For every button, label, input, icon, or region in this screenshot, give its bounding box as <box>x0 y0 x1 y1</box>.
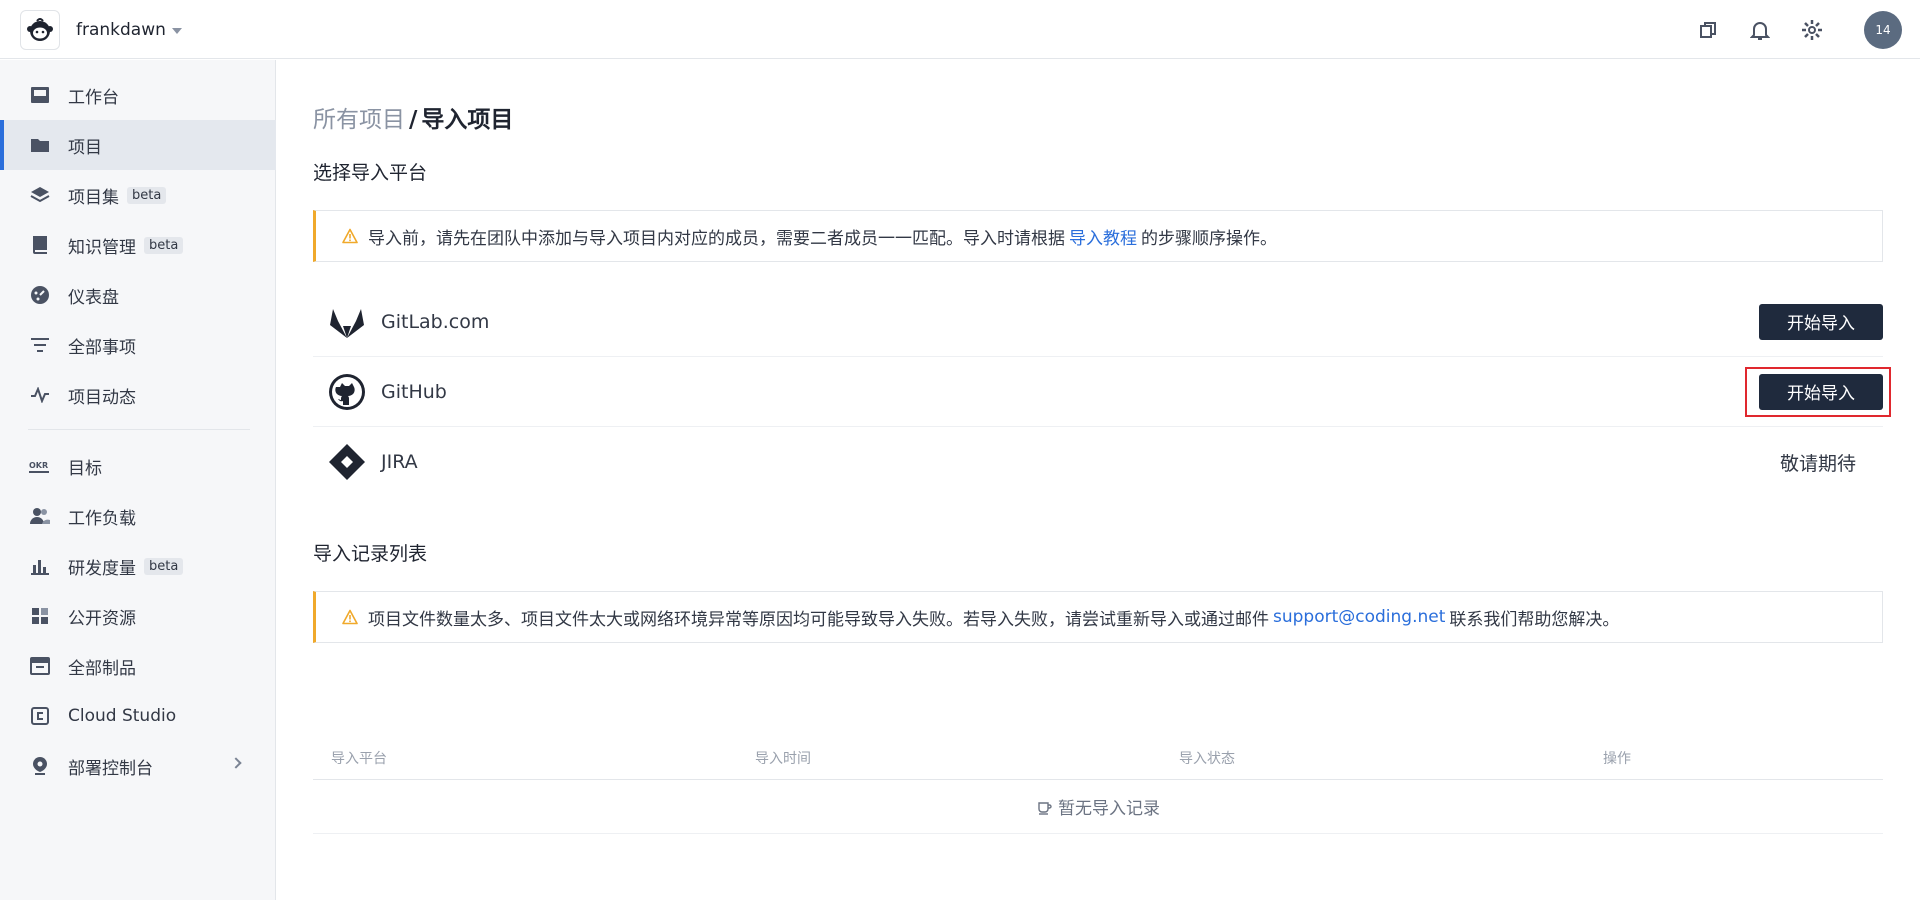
breadcrumb-all-projects[interactable]: 所有项目 <box>313 107 405 133</box>
sidebar-item-label: 目标 <box>68 458 102 479</box>
sidebar: 工作台 项目 项目集 beta 知识管理 beta 仪表盘 全部事项 项目动态 … <box>0 60 276 900</box>
gear-icon[interactable] <box>1800 18 1824 42</box>
users-icon <box>28 504 52 528</box>
activity-icon <box>28 383 52 407</box>
coding-logo[interactable] <box>20 10 60 50</box>
top-header: frankdawn 14 <box>0 0 1920 59</box>
records-section-title: 导入记录列表 <box>313 543 428 565</box>
grid-icon <box>28 604 52 628</box>
dashboard-icon <box>28 283 52 307</box>
bar-chart-icon <box>28 554 52 578</box>
records-empty-row: 暂无导入记录 <box>313 780 1883 834</box>
svg-text:OKR: OKR <box>29 461 48 470</box>
monkey-logo-icon <box>27 18 53 41</box>
layers-icon <box>28 183 52 207</box>
breadcrumb-separator: / <box>409 107 418 133</box>
platform-row-jira: JIRA 敬请期待 <box>313 427 1883 497</box>
platform-name: GitLab.com <box>381 310 490 333</box>
gitlab-icon <box>327 302 367 342</box>
sidebar-item-label: 项目集 <box>68 187 119 208</box>
sidebar-divider <box>28 429 250 430</box>
copy-icon[interactable] <box>1696 18 1720 42</box>
github-icon <box>327 372 367 412</box>
sidebar-item-artifacts[interactable]: 全部制品 <box>0 641 276 691</box>
platform-notice: 导入前，请先在团队中添加与导入项目内对应的成员，需要二者成员一一匹配。导入时请根… <box>313 210 1883 262</box>
team-name: frankdawn <box>76 20 166 40</box>
bell-icon[interactable] <box>1748 18 1772 42</box>
column-header-platform: 导入平台 <box>331 751 387 767</box>
import-tutorial-link[interactable]: 导入教程 <box>1069 224 1137 249</box>
sidebar-item-label: 知识管理 <box>68 237 136 258</box>
column-header-time: 导入时间 <box>755 751 811 767</box>
column-header-actions: 操作 <box>1603 751 1631 767</box>
filter-icon <box>28 333 52 357</box>
caret-down-icon <box>171 28 182 34</box>
chevron-right-icon <box>230 757 242 769</box>
platform-section-title: 选择导入平台 <box>313 162 428 184</box>
empty-cup-icon <box>1038 801 1052 815</box>
sidebar-item-label: 研发度量 <box>68 558 136 579</box>
platform-row-github: GitHub 开始导入 <box>313 357 1891 427</box>
beta-badge: beta <box>144 236 184 254</box>
support-email-link[interactable]: support@coding.net <box>1273 607 1445 627</box>
beta-badge: beta <box>127 186 167 204</box>
start-import-github-button[interactable]: 开始导入 <box>1759 373 1883 410</box>
cloud-studio-icon <box>28 704 52 728</box>
column-header-status: 导入状态 <box>1179 751 1235 767</box>
beta-badge: beta <box>144 557 184 575</box>
sidebar-item-label: 工作台 <box>68 87 119 108</box>
sidebar-item-label: 工作负载 <box>68 508 136 529</box>
platform-name: GitHub <box>381 380 447 403</box>
sidebar-item-label: 项目动态 <box>68 387 136 408</box>
sidebar-item-label: 部署控制台 <box>68 758 153 779</box>
platform-name: JIRA <box>381 451 418 473</box>
sidebar-item-public-resources[interactable]: 公开资源 <box>0 591 276 641</box>
records-notice-text: 项目文件数量太多、项目文件太大或网络环境异常等原因均可能导致导入失败。若导入失败… <box>368 609 1269 630</box>
start-import-gitlab-button[interactable]: 开始导入 <box>1759 303 1883 340</box>
empty-records-text: 暂无导入记录 <box>1058 799 1160 819</box>
sidebar-item-all-issues[interactable]: 全部事项 <box>0 320 276 370</box>
sidebar-item-workbench[interactable]: 工作台 <box>0 70 276 120</box>
sidebar-item-activity[interactable]: 项目动态 <box>0 370 276 420</box>
user-avatar[interactable]: 14 <box>1864 11 1902 49</box>
sidebar-item-label: 全部制品 <box>68 658 136 679</box>
sidebar-item-metrics[interactable]: 研发度量 beta <box>0 541 276 591</box>
okr-icon: OKR <box>28 454 52 478</box>
sidebar-item-label: 全部事项 <box>68 337 136 358</box>
platform-notice-text: 导入前，请先在团队中添加与导入项目内对应的成员，需要二者成员一一匹配。导入时请根… <box>368 228 1065 249</box>
sidebar-item-label: 公开资源 <box>68 608 136 629</box>
coming-soon-label: 敬请期待 <box>1779 452 1856 475</box>
breadcrumb: 所有项目 / 导入项目 <box>313 100 513 134</box>
sidebar-item-label: Cloud Studio <box>68 706 177 726</box>
sidebar-item-dashboard[interactable]: 仪表盘 <box>0 270 276 320</box>
records-notice: 项目文件数量太多、项目文件太大或网络环境异常等原因均可能导致导入失败。若导入失败… <box>313 591 1883 643</box>
sidebar-item-label: 仪表盘 <box>68 287 119 308</box>
platform-row-gitlab: GitLab.com 开始导入 <box>313 287 1883 357</box>
platform-notice-text-end: 的步骤顺序操作。 <box>1141 228 1277 249</box>
sidebar-item-okr[interactable]: OKR 目标 <box>0 441 276 491</box>
sidebar-item-workload[interactable]: 工作负载 <box>0 491 276 541</box>
team-switcher[interactable]: frankdawn <box>76 18 182 42</box>
deploy-icon <box>28 754 52 778</box>
warning-icon <box>342 228 358 244</box>
workbench-icon <box>28 83 52 107</box>
page-title: 导入项目 <box>421 107 514 133</box>
sidebar-item-projects[interactable]: 项目 <box>0 120 276 170</box>
records-table-header: 导入平台 导入时间 导入状态 操作 <box>313 732 1883 780</box>
book-icon <box>28 233 52 257</box>
warning-icon <box>342 609 358 625</box>
sidebar-item-deploy-console[interactable]: 部署控制台 <box>0 741 276 791</box>
jira-icon <box>327 442 367 482</box>
records-notice-text-end: 联系我们帮助您解决。 <box>1449 609 1620 630</box>
artifact-icon <box>28 654 52 678</box>
sidebar-item-programs[interactable]: 项目集 beta <box>0 170 276 220</box>
sidebar-item-cloud-studio[interactable]: Cloud Studio <box>0 691 276 741</box>
sidebar-item-label: 项目 <box>68 137 102 158</box>
sidebar-item-knowledge[interactable]: 知识管理 beta <box>0 220 276 270</box>
folder-icon <box>28 133 52 157</box>
